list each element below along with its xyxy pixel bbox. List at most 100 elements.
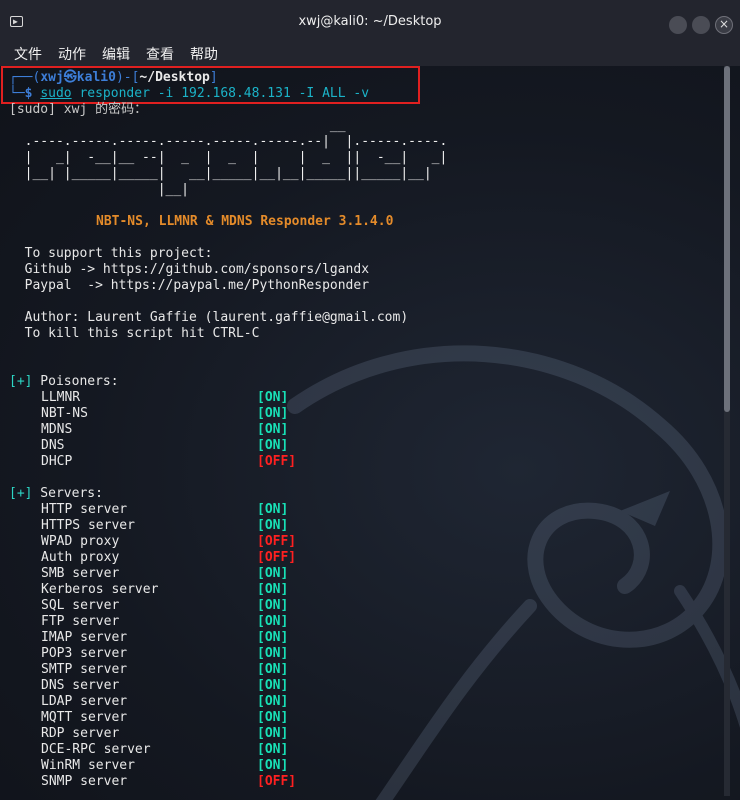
server-status: [OFF] bbox=[257, 550, 297, 565]
servers-label: Servers: bbox=[32, 486, 103, 501]
server-row: SQL server [ON] bbox=[41, 598, 288, 614]
terminal-window: ▶ xwj@kali0: ~/Desktop × 文件 动作 编辑 查看 帮助 … bbox=[0, 0, 740, 800]
menu-file[interactable]: 文件 bbox=[14, 44, 42, 64]
title-bar[interactable]: ▶ xwj@kali0: ~/Desktop × bbox=[0, 0, 740, 42]
server-status: [ON] bbox=[257, 678, 289, 693]
poisoners-label: Poisoners: bbox=[32, 374, 119, 389]
server-status: [ON] bbox=[257, 662, 289, 677]
server-row: RDP server [ON] bbox=[41, 726, 288, 742]
poisoner-status: [ON] bbox=[257, 422, 289, 437]
prompt-bracket: ┌──( bbox=[9, 70, 41, 85]
poisoner-name: DHCP bbox=[41, 454, 73, 469]
paypal-link[interactable]: Paypal -> https://paypal.me/PythonRespon… bbox=[9, 278, 369, 294]
server-row: SMTP server [ON] bbox=[41, 662, 288, 678]
prompt-path: ~/Desktop bbox=[139, 70, 210, 85]
command-sudo: sudo bbox=[40, 86, 72, 101]
terminal-output[interactable]: ┌──(xwj㉿kali0)-[~/Desktop] └─$ sudo resp… bbox=[0, 66, 740, 800]
responder-version: NBT-NS, LLMNR & MDNS Responder 3.1.4.0 bbox=[96, 214, 394, 229]
banner-line-2: .----.-----.-----.-----.-----.-----.--| … bbox=[9, 134, 448, 149]
poisoner-status: [ON] bbox=[257, 406, 289, 421]
server-row: WinRM server [ON] bbox=[41, 758, 288, 774]
server-name: DCE-RPC server bbox=[41, 742, 151, 757]
server-row: SNMP server [OFF] bbox=[41, 774, 296, 790]
server-name: DNS server bbox=[41, 678, 120, 693]
server-name: FTP server bbox=[41, 614, 120, 629]
support-title: To support this project: bbox=[9, 246, 213, 261]
server-status: [ON] bbox=[257, 726, 289, 741]
server-row: IMAP server [ON] bbox=[41, 630, 288, 646]
poisoner-status: [ON] bbox=[257, 438, 289, 453]
server-row: DNS server [ON] bbox=[41, 678, 288, 694]
server-status: [ON] bbox=[257, 598, 289, 613]
poisoner-row: MDNS [ON] bbox=[41, 422, 288, 438]
prompt-bracket-end: ] bbox=[209, 70, 218, 85]
server-name: SMB server bbox=[41, 566, 120, 581]
prompt-line: ┌──(xwj㉿kali0)-[~/Desktop] bbox=[9, 70, 218, 86]
author-line: Author: Laurent Gaffie (laurent.gaffie@g… bbox=[9, 310, 409, 325]
server-name: SNMP server bbox=[41, 774, 128, 789]
github-link[interactable]: Github -> https://github.com/sponsors/lg… bbox=[9, 262, 369, 278]
command-args: responder -i 192.168.48.131 -I ALL -v bbox=[71, 86, 370, 101]
menu-edit[interactable]: 编辑 bbox=[102, 44, 130, 64]
server-row: DCE-RPC server [ON] bbox=[41, 742, 288, 758]
maximize-icon[interactable] bbox=[692, 16, 710, 34]
server-row: POP3 server [ON] bbox=[41, 646, 288, 662]
poisoner-status: [ON] bbox=[257, 390, 289, 405]
prompt-user: xwj㉿kali0 bbox=[40, 70, 116, 85]
server-status: [ON] bbox=[257, 518, 289, 533]
banner-line-1: __ bbox=[9, 118, 346, 133]
server-name: RDP server bbox=[41, 726, 120, 741]
sudo-password-line: [sudo] xwj 的密码： bbox=[9, 102, 148, 117]
server-row: MQTT server [ON] bbox=[41, 710, 288, 726]
server-status: [ON] bbox=[257, 742, 289, 757]
banner-line-3: | _| -__|__ --| _ | _ | | _ || -__| _| bbox=[9, 150, 448, 165]
window-title: xwj@kali0: ~/Desktop bbox=[298, 14, 442, 29]
server-row: HTTP server [ON] bbox=[41, 502, 288, 518]
poisoner-status: [OFF] bbox=[257, 454, 297, 469]
menu-view[interactable]: 查看 bbox=[146, 44, 174, 64]
server-row: Kerberos server [ON] bbox=[41, 582, 288, 598]
poisoner-row: NBT-NS [ON] bbox=[41, 406, 288, 422]
server-name: WinRM server bbox=[41, 758, 135, 773]
servers-tag: [+] bbox=[9, 486, 33, 501]
server-status: [ON] bbox=[257, 582, 289, 597]
server-status: [OFF] bbox=[257, 534, 297, 549]
server-name: SQL server bbox=[41, 598, 120, 613]
close-icon[interactable]: × bbox=[715, 16, 733, 34]
server-name: LDAP server bbox=[41, 694, 128, 709]
scrollbar-thumb[interactable] bbox=[724, 66, 730, 412]
prompt-corner: └─ bbox=[9, 86, 25, 101]
menu-bar: 文件 动作 编辑 查看 帮助 bbox=[0, 42, 740, 66]
poisoner-name: NBT-NS bbox=[41, 406, 88, 421]
prompt-separator: )-[ bbox=[115, 70, 140, 85]
poisoner-name: LLMNR bbox=[41, 390, 81, 405]
server-row: SMB server [ON] bbox=[41, 566, 288, 582]
server-name: Auth proxy bbox=[41, 550, 120, 565]
minimize-icon[interactable] bbox=[669, 16, 687, 34]
server-row: HTTPS server [ON] bbox=[41, 518, 288, 534]
server-status: [ON] bbox=[257, 614, 289, 629]
server-name: Kerberos server bbox=[41, 582, 159, 597]
server-name: WPAD proxy bbox=[41, 534, 120, 549]
kill-script-line: To kill this script hit CTRL-C bbox=[9, 326, 260, 341]
poisoners-tag: [+] bbox=[9, 374, 33, 389]
banner-line-5: |__| bbox=[9, 182, 190, 197]
poisoner-name: DNS bbox=[41, 438, 65, 453]
server-status: [ON] bbox=[257, 502, 289, 517]
poisoner-row: DHCP [OFF] bbox=[41, 454, 296, 470]
server-name: HTTP server bbox=[41, 502, 128, 517]
server-name: HTTPS server bbox=[41, 518, 135, 533]
server-row: FTP server [ON] bbox=[41, 614, 288, 630]
menu-actions[interactable]: 动作 bbox=[58, 44, 86, 64]
server-name: SMTP server bbox=[41, 662, 128, 677]
kali-dragon-icon bbox=[287, 345, 740, 800]
server-status: [OFF] bbox=[257, 774, 297, 789]
server-status: [ON] bbox=[257, 694, 289, 709]
server-name: IMAP server bbox=[41, 630, 128, 645]
poisoner-row: DNS [ON] bbox=[41, 438, 288, 454]
server-name: POP3 server bbox=[41, 646, 128, 661]
server-status: [ON] bbox=[257, 566, 289, 581]
server-row: LDAP server [ON] bbox=[41, 694, 288, 710]
command-line: └─$ sudo responder -i 192.168.48.131 -I … bbox=[9, 86, 369, 102]
menu-help[interactable]: 帮助 bbox=[190, 44, 218, 64]
